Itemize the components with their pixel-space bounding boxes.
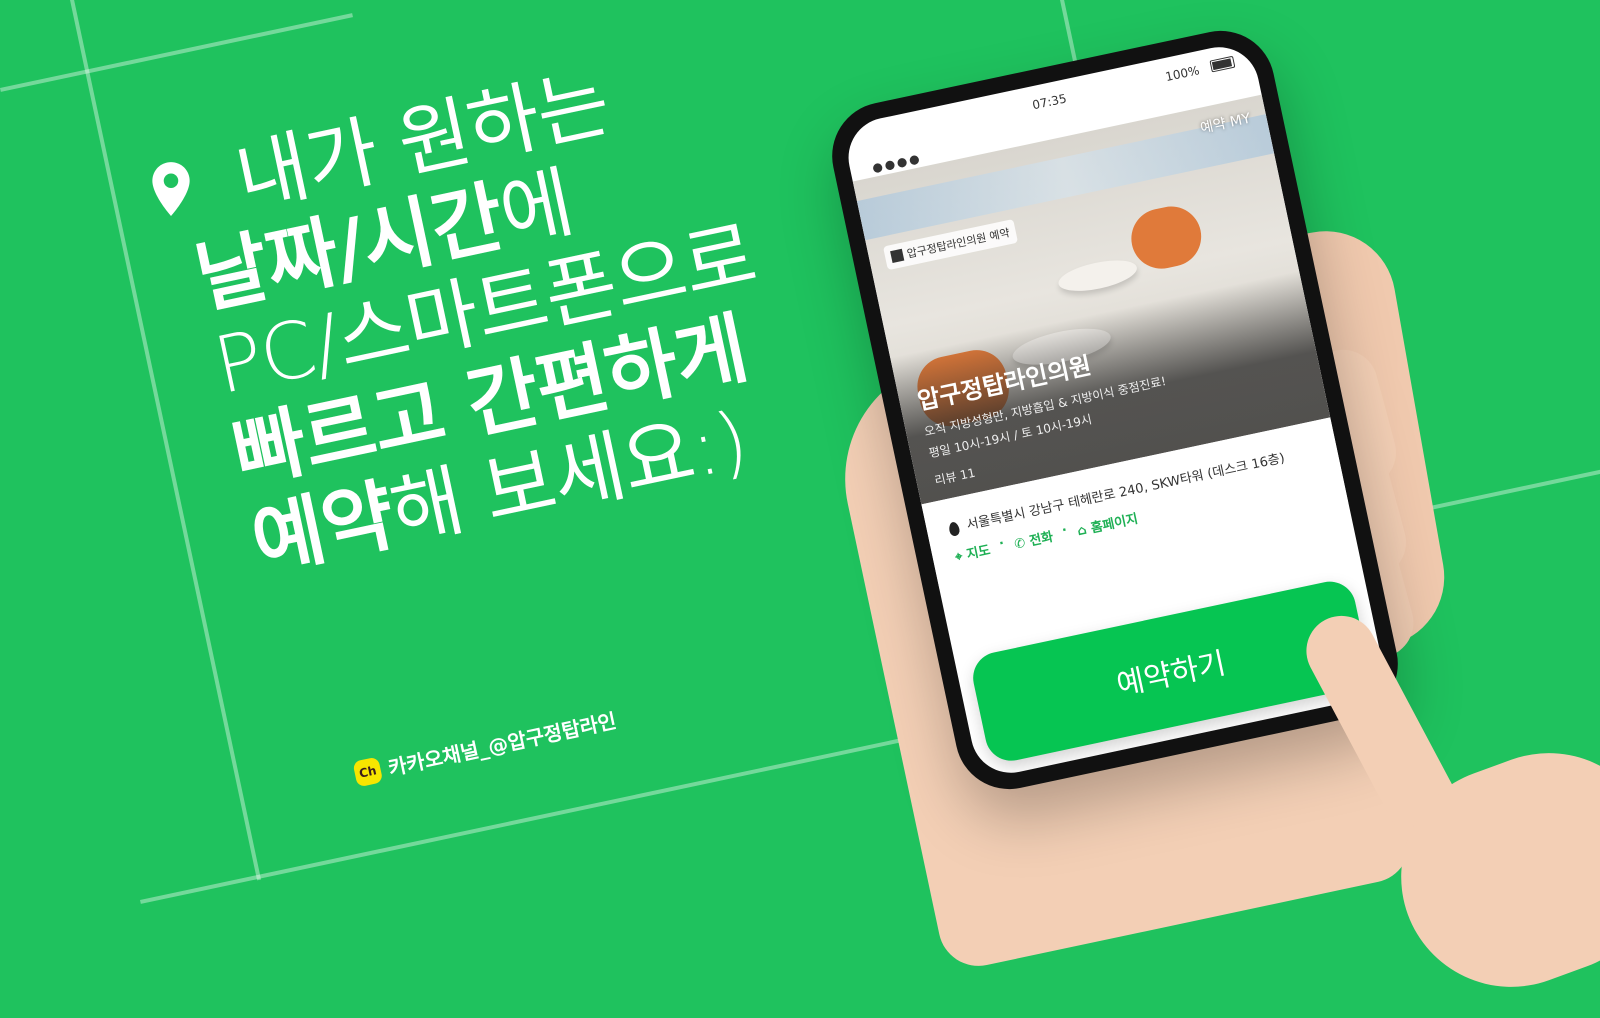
homepage-link[interactable]: ⌂ 홈페이지 bbox=[1075, 508, 1139, 539]
kakao-channel-label: 카카오채널_@압구정탑라인 bbox=[386, 708, 619, 781]
hero-photo bbox=[1055, 254, 1140, 297]
address-pin-icon bbox=[947, 521, 961, 537]
kakao-channel[interactable]: Ch 카카오채널_@압구정탑라인 bbox=[352, 705, 619, 789]
separator-dot: · bbox=[1060, 522, 1069, 539]
logo-icon bbox=[890, 248, 905, 264]
clinic-logo-text: 압구정탑라인의원 예약 bbox=[905, 226, 1011, 261]
headline: 내가 원하는 날짜/시간에 PC/스마트폰으로 빠르고 간편하게 예약해 보세요… bbox=[170, 36, 801, 589]
separator-dot: · bbox=[997, 536, 1006, 552]
kakao-channel-icon: Ch bbox=[352, 756, 384, 787]
grid-line bbox=[0, 13, 353, 92]
map-link[interactable]: ⌖ 지도 bbox=[953, 539, 992, 565]
phone-link[interactable]: ✆ 전화 bbox=[1012, 526, 1055, 553]
battery-percent: 100% bbox=[1164, 63, 1201, 85]
hero-photo bbox=[1125, 200, 1207, 275]
